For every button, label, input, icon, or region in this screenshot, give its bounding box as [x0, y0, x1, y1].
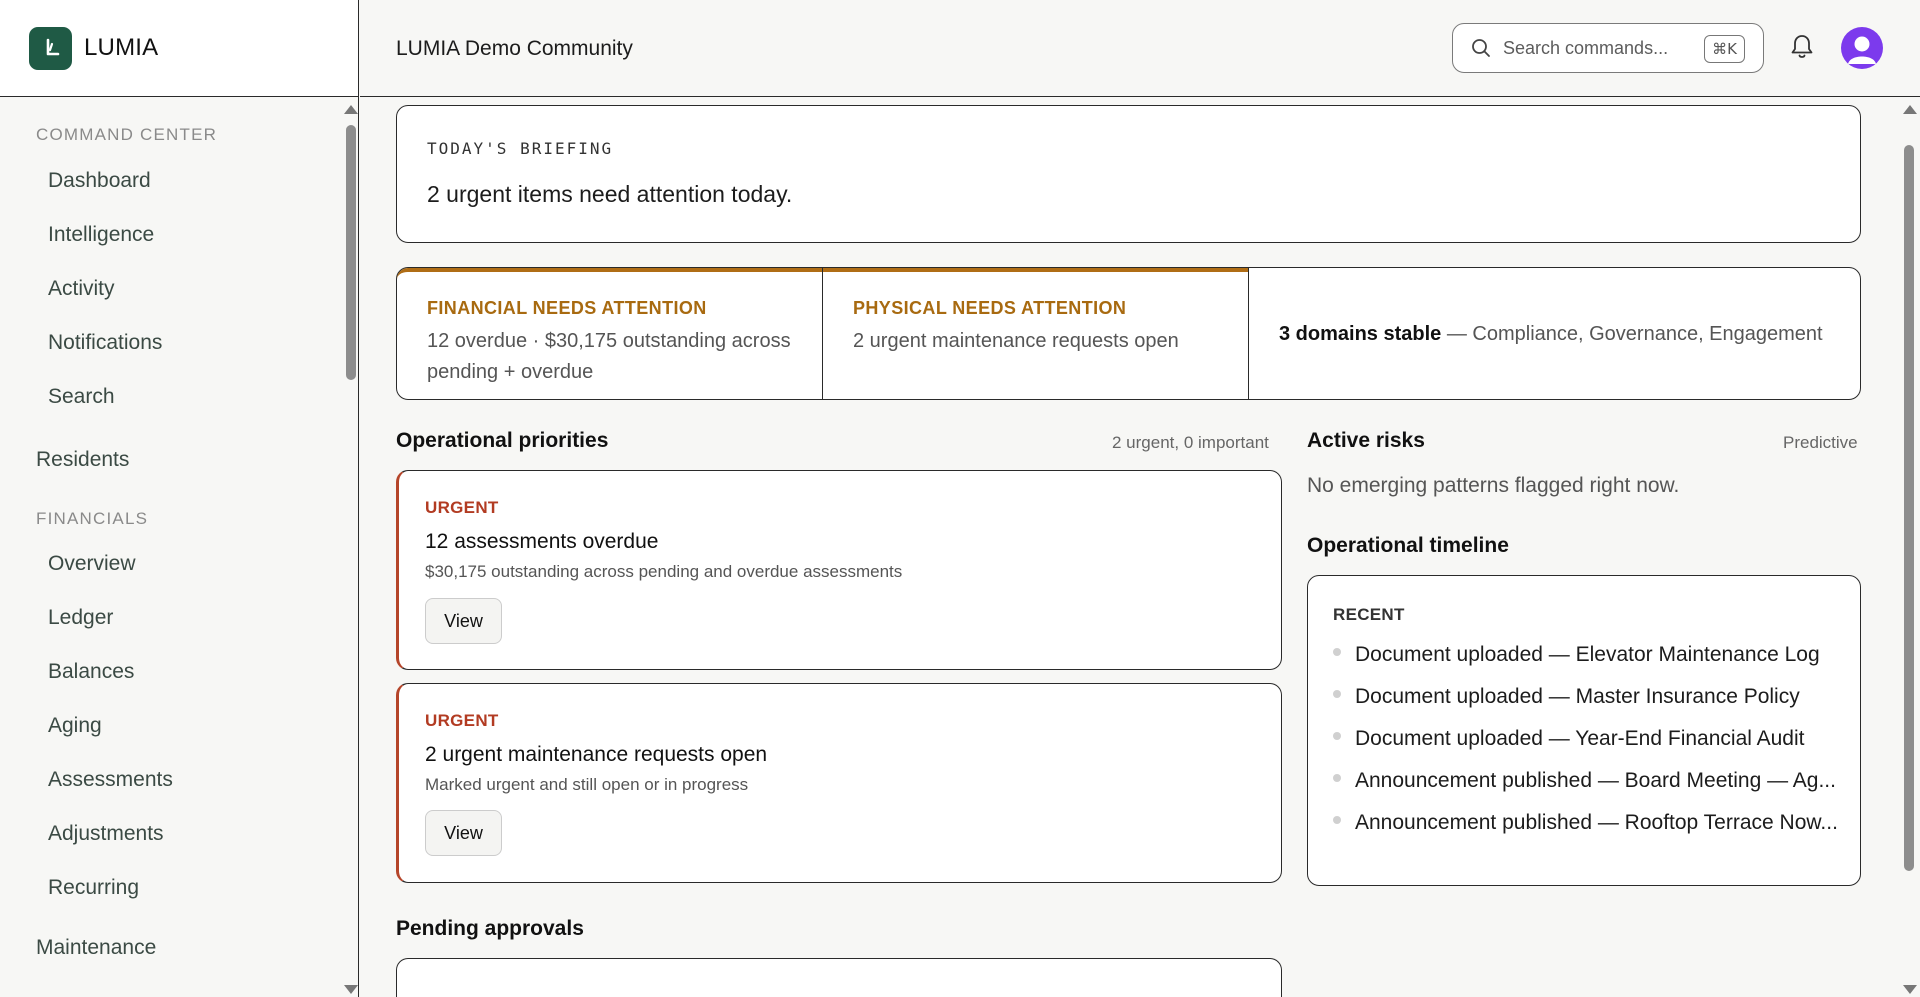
- main-scroll-up-arrow-icon[interactable]: [1903, 105, 1917, 114]
- timeline-recent-label: RECENT: [1333, 605, 1405, 624]
- sidebar-item-adjustments[interactable]: Adjustments: [48, 822, 164, 846]
- sidebar: LUMIA COMMAND CENTER Dashboard Intellige…: [0, 0, 359, 997]
- physical-status-title: PHYSICAL NEEDS ATTENTION: [853, 298, 1127, 318]
- view-button[interactable]: View: [425, 810, 502, 856]
- nav-section-command-center: COMMAND CENTER: [36, 125, 218, 144]
- main-scrollbar-thumb[interactable]: [1904, 145, 1914, 871]
- sidebar-item-assessments[interactable]: Assessments: [48, 768, 173, 792]
- stable-domains-cell: 3 domains stable — Compliance, Governanc…: [1249, 268, 1861, 399]
- search-icon: [1472, 39, 1490, 57]
- sidebar-item-overview[interactable]: Overview: [48, 552, 136, 576]
- bullet-icon: [1333, 690, 1341, 698]
- timeline-item-text: Announcement published — Board Meeting —…: [1355, 769, 1836, 792]
- briefing-message: 2 urgent items need attention today.: [427, 181, 793, 207]
- community-name[interactable]: LUMIA Demo Community: [396, 37, 633, 61]
- briefing-eyebrow: TODAY'S BRIEFING: [427, 139, 614, 158]
- nav-section-financials: FINANCIALS: [36, 509, 149, 528]
- pending-approvals-card: [396, 958, 1282, 997]
- sidebar-item-recurring[interactable]: Recurring: [48, 876, 139, 900]
- bullet-icon: [1333, 774, 1341, 782]
- timeline-item[interactable]: Document uploaded — Elevator Maintenance…: [1333, 643, 1820, 667]
- priorities-count: 2 urgent, 0 important: [1112, 433, 1269, 452]
- sidebar-item-dashboard[interactable]: Dashboard: [48, 169, 151, 193]
- lumia-logo-icon[interactable]: [29, 26, 72, 70]
- stable-domains-text: 3 domains stable — Compliance, Governanc…: [1279, 323, 1823, 346]
- operational-timeline-title: Operational timeline: [1307, 534, 1509, 557]
- timeline-item-text: Document uploaded — Year-End Financial A…: [1355, 727, 1805, 750]
- sidebar-item-maintenance[interactable]: Maintenance: [36, 936, 156, 960]
- risks-predictive-label: Predictive: [1783, 433, 1858, 452]
- priority-title: 12 assessments overdue: [425, 530, 659, 553]
- brand-name: LUMIA: [84, 34, 159, 61]
- risks-empty-state: No emerging patterns flagged right now.: [1307, 474, 1680, 497]
- brand-header: LUMIA: [0, 0, 358, 97]
- view-button[interactable]: View: [425, 598, 502, 644]
- stable-domains-list: — Compliance, Governance, Engagement: [1441, 323, 1823, 345]
- avatar[interactable]: [1841, 27, 1883, 69]
- stable-domains-count: 3 domains stable: [1279, 323, 1442, 345]
- timeline-item-text: Document uploaded — Elevator Maintenance…: [1355, 643, 1820, 666]
- financial-status-cell[interactable]: FINANCIAL NEEDS ATTENTION 12 overdue · $…: [397, 268, 822, 399]
- financial-status-title: FINANCIAL NEEDS ATTENTION: [427, 298, 707, 318]
- timeline-item-text: Announcement published — Rooftop Terrace…: [1355, 811, 1838, 834]
- sidebar-item-balances[interactable]: Balances: [48, 660, 134, 684]
- financial-status-body: 12 overdue · $30,175 outstanding across …: [427, 330, 791, 383]
- sidebar-item-aging[interactable]: Aging: [48, 714, 102, 738]
- domain-status-row: FINANCIAL NEEDS ATTENTION 12 overdue · $…: [396, 267, 1861, 400]
- main-scrollbar[interactable]: [1899, 97, 1920, 997]
- sidebar-item-residents[interactable]: Residents: [36, 448, 129, 472]
- timeline-item-text: Document uploaded — Master Insurance Pol…: [1355, 685, 1800, 708]
- timeline-item[interactable]: Document uploaded — Master Insurance Pol…: [1333, 685, 1800, 709]
- urgent-tag: URGENT: [425, 711, 499, 730]
- physical-status-body: 2 urgent maintenance requests open: [853, 330, 1179, 352]
- sidebar-scrollbar-thumb[interactable]: [346, 125, 356, 380]
- sidebar-item-notifications[interactable]: Notifications: [48, 331, 162, 355]
- active-risks-title: Active risks: [1307, 429, 1425, 452]
- sidebar-item-search[interactable]: Search: [48, 385, 115, 409]
- priority-description: Marked urgent and still open or in progr…: [425, 775, 749, 794]
- timeline-card: RECENT Document uploaded — Elevator Main…: [1307, 575, 1861, 886]
- todays-briefing-card: TODAY'S BRIEFING 2 urgent items need att…: [396, 105, 1861, 243]
- scroll-down-arrow-icon[interactable]: [344, 985, 358, 994]
- urgent-tag: URGENT: [425, 498, 499, 517]
- timeline-item[interactable]: Announcement published — Rooftop Terrace…: [1333, 811, 1838, 835]
- main-scroll-down-arrow-icon[interactable]: [1903, 985, 1917, 994]
- sidebar-nav: COMMAND CENTER Dashboard Intelligence Ac…: [0, 97, 340, 997]
- sidebar-scrollbar[interactable]: [340, 97, 358, 997]
- top-bar: LUMIA Demo Community Search commands... …: [360, 0, 1920, 97]
- command-search-input[interactable]: Search commands... ⌘K: [1452, 23, 1764, 73]
- bullet-icon: [1333, 816, 1341, 824]
- bell-icon[interactable]: [1789, 33, 1815, 66]
- shortcut-badge: ⌘K: [1704, 35, 1745, 63]
- physical-status-cell[interactable]: PHYSICAL NEEDS ATTENTION 2 urgent mainte…: [823, 268, 1248, 399]
- operational-priorities-title: Operational priorities: [396, 429, 609, 452]
- scroll-up-arrow-icon[interactable]: [344, 105, 358, 114]
- timeline-item[interactable]: Document uploaded — Year-End Financial A…: [1333, 727, 1804, 751]
- priority-card: URGENT 2 urgent maintenance requests ope…: [396, 683, 1282, 883]
- priority-title: 2 urgent maintenance requests open: [425, 743, 768, 766]
- sidebar-item-activity[interactable]: Activity: [48, 277, 115, 301]
- bullet-icon: [1333, 732, 1341, 740]
- search-placeholder: Search commands...: [1503, 37, 1669, 58]
- priority-card: URGENT 12 assessments overdue $30,175 ou…: [396, 470, 1282, 670]
- sidebar-item-intelligence[interactable]: Intelligence: [48, 223, 154, 247]
- priority-description: $30,175 outstanding across pending and o…: [425, 562, 903, 581]
- bullet-icon: [1333, 648, 1341, 656]
- pending-approvals-title: Pending approvals: [396, 917, 584, 940]
- timeline-item[interactable]: Announcement published — Board Meeting —…: [1333, 769, 1836, 793]
- sidebar-item-ledger[interactable]: Ledger: [48, 606, 113, 630]
